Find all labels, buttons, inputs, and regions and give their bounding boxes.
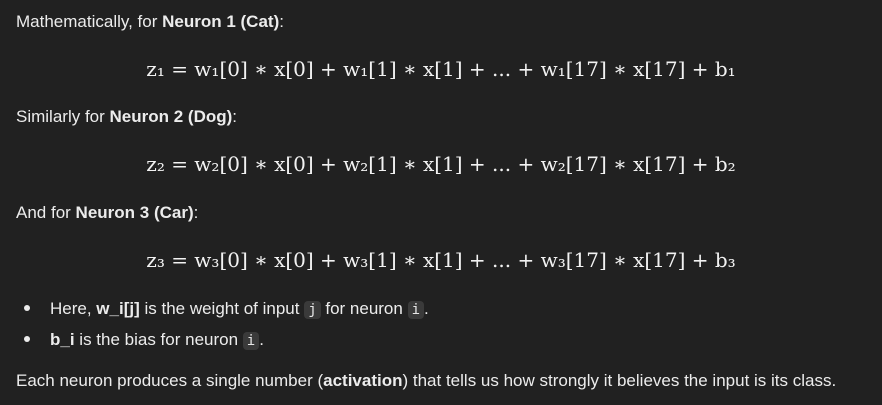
equation-neuron-3: z₃ = w₃[0] ∗ x[0] + w₃[1] ∗ x[1] + ... +… (146, 248, 736, 272)
list-item: b_i is the bias for neuron i. (24, 328, 264, 353)
similar-suffix: : (232, 107, 238, 126)
inline-code-i: i (407, 301, 425, 319)
equation-neuron-2: z₂ = w₂[0] ∗ x[0] + w₂[1] ∗ x[1] + ... +… (146, 152, 736, 176)
andfor-prefix: And for (16, 203, 76, 222)
bullet-icon (24, 335, 30, 342)
similar-text: Similarly for Neuron 2 (Dog): (16, 106, 237, 128)
bullet-2-term: b_i (50, 330, 75, 349)
andfor-text: And for Neuron 3 (Car): (16, 202, 198, 224)
closing-suffix: ) that tells us how strongly it believes… (402, 371, 837, 390)
bullet-1-suffix: . (424, 299, 429, 318)
similar-neuron-label: Neuron 2 (Dog) (109, 107, 233, 126)
intro-prefix: Mathematically, for (16, 12, 163, 31)
intro-text: Mathematically, for Neuron 1 (Cat): (16, 11, 284, 33)
list-item: Here, w_i[j] is the weight of input j fo… (24, 297, 429, 322)
equation-neuron-1: z₁ = w₁[0] ∗ x[0] + w₁[1] ∗ x[1] + ... +… (146, 57, 736, 81)
bullet-1-term: w_i[j] (96, 299, 140, 318)
closing-text: Each neuron produces a single number (ac… (16, 370, 836, 392)
intro-suffix: : (279, 12, 284, 31)
intro-neuron-label: Neuron 1 (Cat) (162, 12, 280, 31)
inline-code-j: j (304, 301, 321, 319)
bullet-1-mid2: for neuron (320, 299, 408, 318)
closing-prefix: Each neuron produces a single number ( (16, 371, 324, 390)
bullet-1-prefix: Here, (50, 299, 97, 318)
andfor-neuron-label: Neuron 3 (Car) (75, 203, 194, 222)
closing-term: activation (323, 371, 403, 390)
bullet-2-mid: is the bias for neuron (74, 330, 243, 349)
similar-prefix: Similarly for (16, 107, 110, 126)
andfor-suffix: : (193, 203, 199, 222)
bullet-icon (24, 304, 30, 311)
bullet-1-mid: is the weight of input (139, 299, 305, 318)
bullet-2-suffix: . (259, 330, 264, 349)
inline-code-i: i (242, 332, 260, 350)
